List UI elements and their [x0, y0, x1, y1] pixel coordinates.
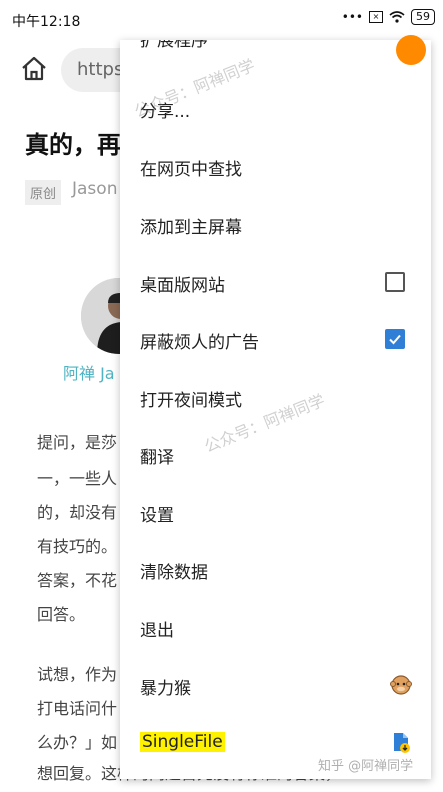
original-badge: 原创 [25, 180, 62, 205]
menu-item-label: 桌面版网站 [140, 276, 225, 296]
home-icon[interactable] [19, 54, 49, 84]
menu-item-add-to-home[interactable]: 添加到主屏幕 [120, 196, 431, 254]
menu-item-label: 翻译 [140, 448, 174, 468]
menu-item-block-ads[interactable]: 屏蔽烦人的广告 [120, 311, 431, 369]
status-icons: ••• × 59 [342, 9, 435, 25]
monkey-icon [390, 675, 412, 695]
paragraph-line: 打电话问什 [37, 699, 118, 718]
author-byline[interactable]: Jason [72, 179, 117, 199]
menu-item-label: 设置 [140, 506, 174, 526]
battery-icon: 59 [411, 9, 435, 25]
menu-item-label: 屏蔽烦人的广告 [140, 333, 259, 353]
menu-item-label: 退出 [140, 621, 174, 641]
paragraph-line: 试想，作为 [37, 665, 118, 684]
block-ads-checkbox[interactable] [385, 329, 405, 349]
menu-item-label: 暴力猴 [140, 679, 191, 699]
singlefile-icon [394, 733, 410, 753]
wifi-icon [389, 11, 405, 23]
paragraph-line: 回答。 [37, 605, 86, 624]
check-icon [389, 334, 401, 345]
paragraph-line: 有技巧的。 [37, 537, 118, 556]
more-dots-icon: ••• [341, 10, 363, 24]
menu-item-settings[interactable]: 设置 [120, 484, 431, 542]
paragraph-line: 的，却没有 [37, 503, 118, 522]
menu-item-label: SingleFile [140, 732, 225, 752]
menu-item-violentmonkey[interactable]: 暴力猴 [120, 657, 431, 715]
url-text: https [77, 59, 124, 80]
menu-item-label: 扩展程序 [140, 40, 208, 51]
menu-item-label: 打开夜间模式 [140, 391, 242, 411]
menu-item-label: 清除数据 [140, 563, 208, 583]
paragraph-line: 提问，是莎 [37, 433, 118, 452]
author-name[interactable]: 阿禅 Ja [63, 360, 115, 384]
paragraph-line: 答案，不花 [37, 571, 118, 590]
desktop-site-checkbox[interactable] [385, 272, 405, 292]
status-time: 中午12:18 [12, 14, 81, 30]
menu-item-exit[interactable]: 退出 [120, 599, 431, 657]
menu-item-label: 添加到主屏幕 [140, 218, 242, 238]
orange-notification-dot [396, 35, 426, 65]
paragraph-line: 一，一些人 [37, 469, 118, 488]
watermark-footer: 知乎 @阿禅同学 [318, 759, 414, 774]
no-sim-icon: × [369, 11, 383, 23]
article-title: 真的，再 [25, 131, 121, 159]
menu-item-translate[interactable]: 翻译 [120, 426, 431, 484]
menu-item-desktop-site[interactable]: 桌面版网站 [120, 254, 431, 312]
menu-item-clear-data[interactable]: 清除数据 [120, 541, 431, 599]
menu-item-label: 在网页中查找 [140, 160, 242, 180]
status-bar: 中午12:18 ••• × 59 [0, 0, 443, 40]
menu-item-find-in-page[interactable]: 在网页中查找 [120, 138, 431, 196]
